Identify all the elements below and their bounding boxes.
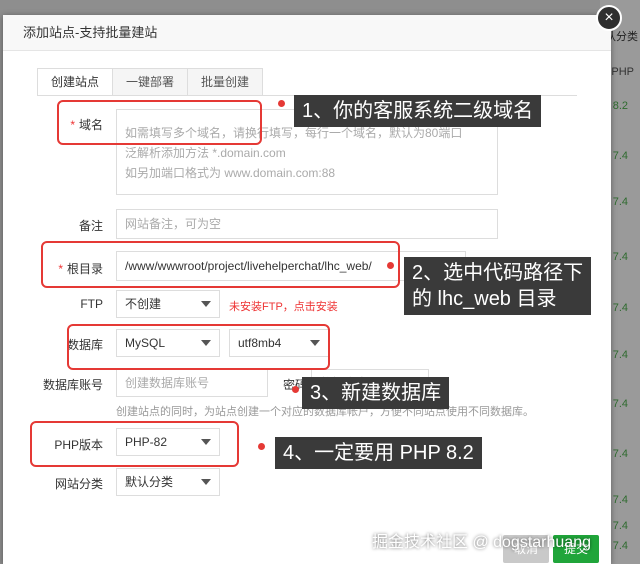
remark-input[interactable]: 网站备注，可为空 <box>116 209 498 239</box>
ftp-install-link[interactable]: 未安装FTP，点击安装 <box>229 298 338 314</box>
background-php-version: 8.2 <box>612 100 628 112</box>
watermark-text: 掘金技术社区 @ dogstarhuang <box>372 534 591 551</box>
tab-one-click-deploy[interactable]: 一键部署 <box>112 68 189 96</box>
background-php-version: 7.4 <box>612 349 628 361</box>
highlight-php <box>30 421 239 467</box>
background-php-version: 7.4 <box>612 540 628 552</box>
remark-label: 备注 <box>78 219 103 233</box>
callout-root-dir-line: 2、选中代码路径下 <box>412 262 584 284</box>
chevron-down-icon <box>201 301 211 307</box>
db-account-input[interactable]: 创建数据库账号 <box>116 369 268 397</box>
callout-root-dir: 2、选中代码路径下 的 lhc_web 目录 <box>404 257 592 315</box>
highlight-database <box>67 324 330 370</box>
callout-database: 3、新建数据库 <box>302 377 450 409</box>
category-select[interactable]: 默认分类 <box>116 468 220 496</box>
ftp-select[interactable]: 不创建 <box>116 290 220 318</box>
background-php-version: 7.4 <box>612 520 628 532</box>
tab-create-site[interactable]: 创建站点 <box>37 68 114 96</box>
callout-dot <box>292 386 299 393</box>
tab-batch-create[interactable]: 批量创建 <box>187 68 264 96</box>
domain-placeholder-line: 泛解析添加方法 *.domain.com <box>125 146 286 160</box>
background-php-version: 7.4 <box>612 398 628 410</box>
background-php-header: PHP <box>611 66 634 78</box>
domain-placeholder-line: 如另加端口格式为 www.domain.com:88 <box>125 166 336 180</box>
dialog-title: 添加站点-支持批量建站 <box>3 15 611 51</box>
background-php-version: 7.4 <box>612 448 628 460</box>
background-php-version: 7.4 <box>612 196 628 208</box>
ftp-label: FTP <box>80 297 103 311</box>
highlight-root-dir <box>41 241 400 288</box>
background-php-version: 7.4 <box>612 302 628 314</box>
ftp-select-value: 不创建 <box>125 297 162 311</box>
db-account-label: 数据库账号 <box>42 378 103 392</box>
highlight-domain <box>57 100 262 145</box>
category-label: 网站分类 <box>54 477 103 491</box>
callout-php: 4、一定要用 PHP 8.2 <box>275 437 482 469</box>
callout-dot <box>387 262 394 269</box>
background-php-version: 7.4 <box>612 494 628 506</box>
background-php-version: 7.4 <box>612 251 628 263</box>
background-php-version: 7.4 <box>612 150 628 162</box>
category-select-value: 默认分类 <box>125 475 174 489</box>
callout-root-dir-line: 的 lhc_web 目录 <box>412 288 557 310</box>
callout-domain: 1、你的客服系统二级域名 <box>294 95 542 127</box>
callout-dot <box>258 443 265 450</box>
tab-bar: 创建站点 一键部署 批量创建 <box>37 68 264 96</box>
callout-dot <box>278 100 285 107</box>
close-icon[interactable]: × <box>596 5 622 31</box>
chevron-down-icon <box>201 479 211 485</box>
